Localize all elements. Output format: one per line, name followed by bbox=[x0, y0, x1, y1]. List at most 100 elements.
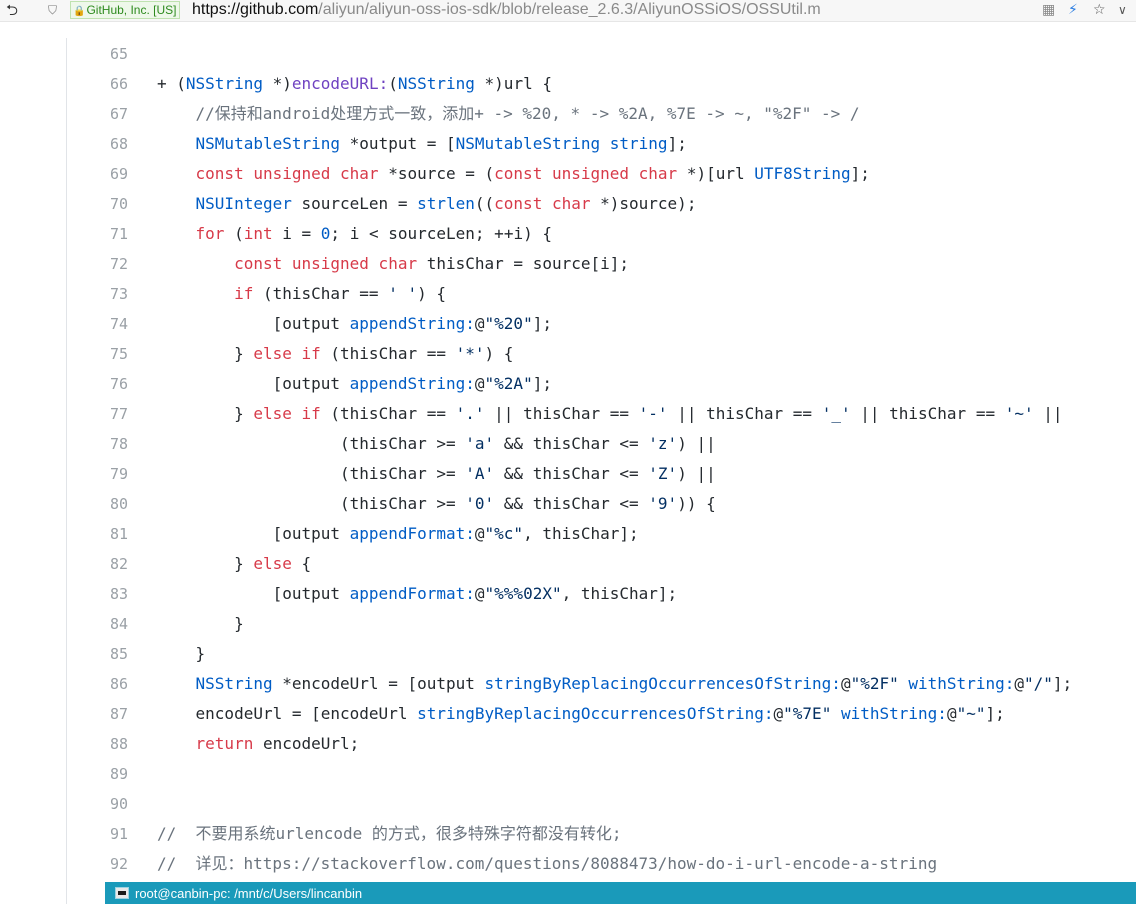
code-token: ) || bbox=[677, 434, 716, 453]
code-token: '*' bbox=[455, 344, 485, 363]
bolt-icon[interactable]: ⚡ bbox=[1068, 1, 1078, 19]
code-token: (( bbox=[474, 194, 495, 213]
taskbar-window-tab[interactable]: root@canbin-pc: /mnt/c/Users/lincanbin bbox=[105, 882, 1136, 904]
code-token: encodeURL: bbox=[291, 74, 389, 93]
code-token: } bbox=[157, 614, 244, 633]
line-content: const unsigned char *source = (const uns… bbox=[157, 159, 870, 189]
code-token: int bbox=[243, 224, 273, 243]
line-number[interactable]: 87 bbox=[67, 699, 128, 729]
shield-icon[interactable]: ⛉ bbox=[48, 1, 64, 19]
code-token: (thisChar == bbox=[320, 404, 456, 423]
code-token: ( bbox=[388, 74, 398, 93]
line-number[interactable]: 78 bbox=[67, 429, 128, 459]
line-number[interactable]: 85 bbox=[67, 639, 128, 669]
code-token: encodeUrl = [encodeUrl bbox=[157, 704, 418, 723]
code-token: ' ' bbox=[388, 284, 418, 303]
line-content: [output appendString:@"%20"]; bbox=[157, 309, 552, 339]
code-line: 76 [output appendString:@"%2A"]; bbox=[67, 369, 1136, 399]
line-number[interactable]: 74 bbox=[67, 309, 128, 339]
back-icon[interactable]: ⮌ bbox=[6, 1, 24, 19]
code-token: const unsigned char bbox=[234, 254, 418, 273]
code-token: *)source); bbox=[590, 194, 697, 213]
code-token: stringByReplacingOccurrencesOfString: bbox=[484, 674, 841, 693]
code-token: } bbox=[157, 344, 254, 363]
code-line: 67 //保持和android处理方式一致，添加+ -> %20, * -> %… bbox=[67, 99, 1136, 129]
code-line: 73 if (thisChar == ' ') { bbox=[67, 279, 1136, 309]
code-token: @ bbox=[474, 314, 485, 333]
code-token: else if bbox=[253, 404, 321, 423]
code-token: ]; bbox=[985, 704, 1005, 723]
code-token: appendString: bbox=[349, 314, 475, 333]
line-number[interactable]: 77 bbox=[67, 399, 128, 429]
code-line: 71 for (int i = 0; i < sourceLen; ++i) { bbox=[67, 219, 1136, 249]
line-number[interactable]: 81 bbox=[67, 519, 128, 549]
code-token: withString: bbox=[840, 704, 947, 723]
line-number[interactable]: 75 bbox=[67, 339, 128, 369]
terminal-icon bbox=[115, 887, 129, 899]
code-token: else bbox=[253, 554, 292, 573]
code-token: (thisChar == bbox=[320, 344, 456, 363]
line-number[interactable]: 88 bbox=[67, 729, 128, 759]
code-line: 72 const unsigned char thisChar = source… bbox=[67, 249, 1136, 279]
qr-code-icon[interactable]: ▦ bbox=[1042, 1, 1055, 19]
line-number[interactable]: 69 bbox=[67, 159, 128, 189]
line-number[interactable]: 67 bbox=[67, 99, 128, 129]
chevron-down-icon[interactable]: ∨ bbox=[1118, 1, 1127, 19]
url-field[interactable]: https://github.com/aliyun/aliyun-oss-ios… bbox=[192, 0, 821, 20]
line-content: const unsigned char thisChar = source[i]… bbox=[157, 249, 629, 279]
line-number[interactable]: 92 bbox=[67, 849, 128, 879]
line-content: return encodeUrl; bbox=[157, 729, 360, 759]
code-token: if bbox=[234, 284, 254, 303]
code-token: "%2F" bbox=[850, 674, 899, 693]
line-number[interactable]: 84 bbox=[67, 609, 128, 639]
code-token: || thisChar == bbox=[484, 404, 639, 423]
line-number[interactable]: 66 bbox=[67, 69, 128, 99]
address-bar: ⮌ ⛉ 🔒GitHub, Inc. [US] https://github.co… bbox=[0, 0, 1136, 22]
code-token: for bbox=[195, 224, 225, 243]
line-number[interactable]: 70 bbox=[67, 189, 128, 219]
code-token: sourceLen = bbox=[291, 194, 418, 213]
line-number[interactable]: 90 bbox=[67, 789, 128, 819]
ev-certificate-badge[interactable]: 🔒GitHub, Inc. [US] bbox=[70, 1, 181, 19]
line-number[interactable]: 68 bbox=[67, 129, 128, 159]
line-content: } bbox=[157, 639, 206, 669]
line-number[interactable]: 71 bbox=[67, 219, 128, 249]
url-path: /aliyun/aliyun-oss-ios-sdk/blob/release_… bbox=[318, 1, 821, 18]
code-token: "~" bbox=[956, 704, 986, 723]
code-token: encodeUrl; bbox=[253, 734, 360, 753]
line-number[interactable]: 89 bbox=[67, 759, 128, 789]
line-number[interactable]: 76 bbox=[67, 369, 128, 399]
line-content: } else { bbox=[157, 549, 311, 579]
line-number[interactable]: 73 bbox=[67, 279, 128, 309]
line-number[interactable]: 72 bbox=[67, 249, 128, 279]
code-token: @ bbox=[773, 704, 784, 723]
code-token: *) bbox=[262, 74, 292, 93]
code-token: && thisChar <= bbox=[494, 434, 649, 453]
line-number[interactable]: 79 bbox=[67, 459, 128, 489]
line-number[interactable]: 86 bbox=[67, 669, 128, 699]
code-token: 'Z' bbox=[648, 464, 678, 483]
code-line: 80 (thisChar >= '0' && thisChar <= '9'))… bbox=[67, 489, 1136, 519]
code-line: 91 // 不要用系统urlencode 的方式，很多特殊字符都没有转化; bbox=[67, 819, 1136, 849]
line-number[interactable]: 91 bbox=[67, 819, 128, 849]
line-content: (thisChar >= '0' && thisChar <= '9')) { bbox=[157, 489, 716, 519]
code-token: ]; bbox=[667, 134, 687, 153]
line-number[interactable]: 80 bbox=[67, 489, 128, 519]
code-line: 79 (thisChar >= 'A' && thisChar <= 'Z') … bbox=[67, 459, 1136, 489]
code-token: ) || bbox=[677, 464, 716, 483]
code-token: ( bbox=[224, 224, 244, 243]
code-token: || thisChar == bbox=[850, 404, 1005, 423]
code-token: [output bbox=[157, 314, 350, 333]
line-number[interactable]: 82 bbox=[67, 549, 128, 579]
code-token: //保持和android处理方式一致，添加+ -> %20, * -> %2A,… bbox=[157, 104, 860, 123]
code-token: '~' bbox=[1004, 404, 1034, 423]
code-token: 'a' bbox=[465, 434, 495, 453]
code-token: || thisChar == bbox=[667, 404, 822, 423]
line-number[interactable]: 83 bbox=[67, 579, 128, 609]
line-number[interactable]: 65 bbox=[67, 39, 128, 69]
star-icon[interactable]: ☆ bbox=[1093, 1, 1106, 19]
